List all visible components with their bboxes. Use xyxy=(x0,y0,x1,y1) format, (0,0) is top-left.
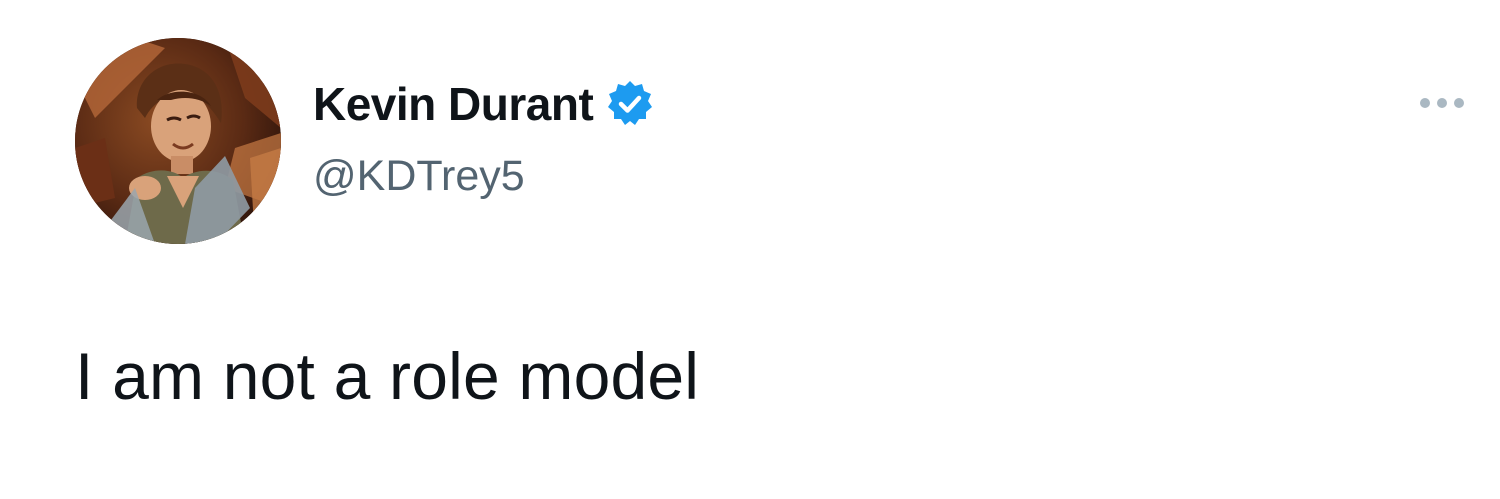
more-options-button[interactable] xyxy=(1410,88,1474,118)
more-horizontal-icon xyxy=(1454,98,1464,108)
verified-badge-icon xyxy=(605,79,655,129)
author-display-name[interactable]: Kevin Durant xyxy=(313,77,594,131)
tweet-card: Kevin Durant @KDTrey5 I am not a role mo… xyxy=(0,0,1500,499)
author-avatar[interactable] xyxy=(75,38,281,244)
author-name-row: Kevin Durant xyxy=(313,74,655,134)
author-handle[interactable]: @KDTrey5 xyxy=(313,152,525,201)
avatar-illustration xyxy=(75,38,281,244)
tweet-text: I am not a role model xyxy=(75,339,700,413)
more-horizontal-icon xyxy=(1420,98,1430,108)
more-horizontal-icon xyxy=(1437,98,1447,108)
